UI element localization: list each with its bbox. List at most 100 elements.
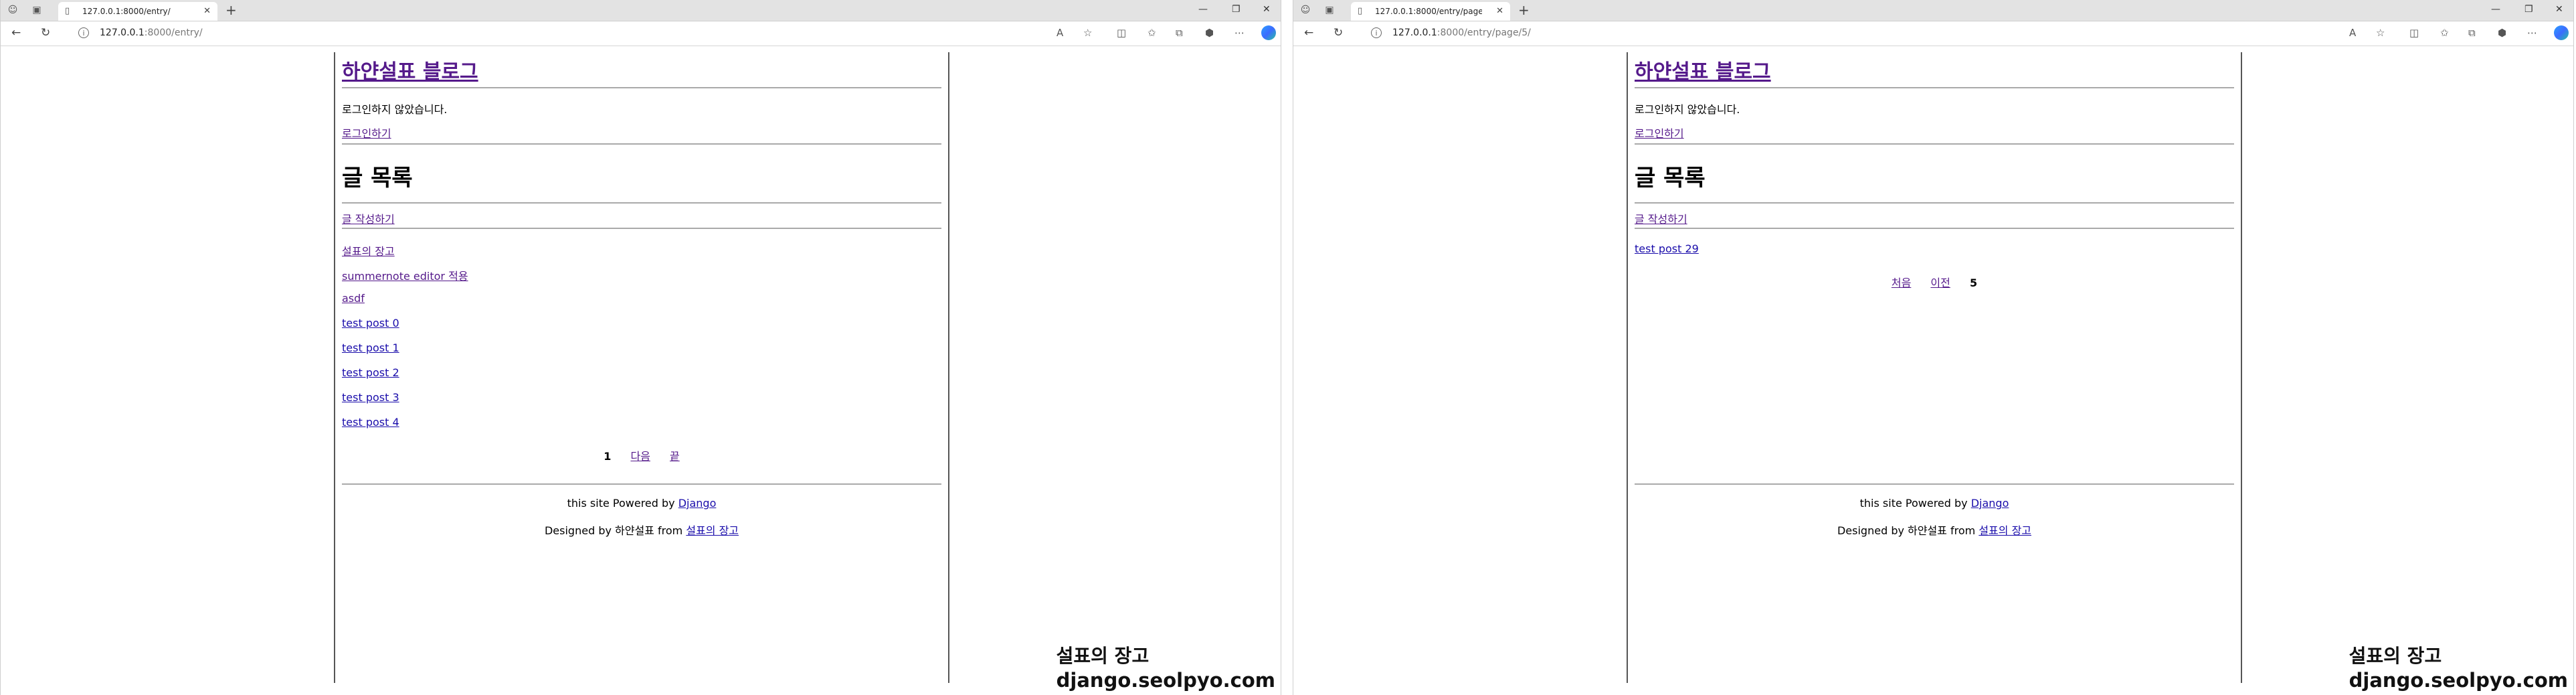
page-icon: ▯ [65, 6, 70, 16]
tab-title: 127.0.0.1:8000/entry/page/5/ [1375, 7, 1482, 16]
content-column: 하얀설표 블로그 로그인하지 않았습니다. 로그인하기 글 목록 글 작성하기 … [334, 52, 949, 683]
info-icon[interactable]: i [1371, 27, 1382, 38]
pager-current: 1 [604, 450, 612, 463]
refresh-icon[interactable]: ↻ [41, 27, 50, 39]
refresh-icon[interactable]: ↻ [1333, 27, 1343, 39]
favorite-icon[interactable]: ☆ [2376, 27, 2385, 39]
footer-powered: this site Powered by Django [335, 497, 948, 510]
profile-icon[interactable]: ☺ [1300, 5, 1311, 15]
close-icon[interactable]: ✕ [1496, 2, 1503, 21]
copilot-icon[interactable] [1261, 25, 1276, 40]
pager-first-link[interactable]: 처음 [1892, 277, 1911, 289]
workspaces-icon[interactable]: ▣ [1324, 5, 1335, 15]
login-link[interactable]: 로그인하기 [342, 125, 391, 141]
url-field[interactable]: 127.0.0.1:8000/entry/ [100, 27, 203, 38]
watermark-line2: django.seolpyo.com [2349, 669, 2568, 692]
django-link[interactable]: Django [1971, 497, 2009, 510]
divider [1635, 143, 2234, 145]
browser-tab[interactable]: ▯ 127.0.0.1:8000/entry/ ✕ [58, 2, 217, 21]
post-link[interactable]: test post 0 [342, 317, 399, 329]
favorite-icon[interactable]: ☆ [1083, 27, 1092, 39]
collections-icon[interactable]: ⧉ [2468, 27, 2476, 39]
django-link[interactable]: Django [678, 497, 717, 510]
footer-powered-text: this site Powered by [567, 497, 675, 510]
split-screen-icon[interactable]: ◫ [1117, 27, 1126, 39]
footer-powered: this site Powered by Django [1628, 497, 2241, 510]
minimize-icon[interactable]: — [1198, 4, 1208, 15]
favorites-icon[interactable]: ✩ [1147, 27, 1156, 39]
pager-last-link[interactable]: 끝 [670, 450, 680, 463]
divider [342, 143, 941, 145]
blog-title-link[interactable]: 하얀설표 블로그 [1635, 55, 1771, 84]
post-link[interactable]: asdf [342, 292, 365, 305]
page-icon: ▯ [1358, 6, 1363, 16]
more-icon[interactable]: ⋯ [2527, 27, 2537, 39]
extensions-icon[interactable]: ⬢ [2498, 27, 2506, 39]
post-link[interactable]: test post 29 [1635, 242, 1699, 255]
browser-window-left: ☺ ▣ ▯ 127.0.0.1:8000/entry/ ✕ + — ❐ ✕ ← … [0, 0, 1281, 695]
pager-prev-link[interactable]: 이전 [1930, 277, 1950, 289]
footer-designed: Designed by 하얀설표 from 설표의 장고 [335, 522, 948, 538]
divider [342, 87, 941, 88]
write-post-link[interactable]: 글 작성하기 [1635, 210, 1687, 226]
url-field[interactable]: 127.0.0.1:8000/entry/page/5/ [1392, 27, 1531, 38]
copilot-icon[interactable] [2554, 25, 2569, 40]
post-link[interactable]: test post 3 [342, 391, 399, 404]
new-tab-icon[interactable]: + [225, 3, 237, 17]
info-icon[interactable]: i [78, 27, 89, 38]
favorites-icon[interactable]: ✩ [2440, 27, 2449, 39]
extensions-icon[interactable]: ⬢ [1205, 27, 1214, 39]
post-link[interactable]: test post 2 [342, 366, 399, 379]
collections-icon[interactable]: ⧉ [1176, 27, 1183, 39]
workspaces-icon[interactable]: ▣ [31, 5, 42, 15]
site-link[interactable]: 설표의 장고 [1979, 524, 2031, 537]
split-screen-icon[interactable]: ◫ [2409, 27, 2419, 39]
browser-window-right: ☺ ▣ ▯ 127.0.0.1:8000/entry/page/5/ ✕ + —… [1293, 0, 2574, 695]
tab-title: 127.0.0.1:8000/entry/ [82, 7, 171, 16]
write-post-link[interactable]: 글 작성하기 [342, 210, 395, 226]
page-viewport: 하얀설표 블로그 로그인하지 않았습니다. 로그인하기 글 목록 글 작성하기 … [1293, 46, 2573, 695]
browser-tab[interactable]: ▯ 127.0.0.1:8000/entry/page/5/ ✕ [1351, 2, 1510, 21]
pagination: 1 다음 끝 [335, 447, 948, 463]
profile-icon[interactable]: ☺ [7, 5, 18, 15]
login-link[interactable]: 로그인하기 [1635, 125, 1684, 141]
url-host: 127.0.0.1 [1392, 27, 1437, 38]
divider [1635, 87, 2234, 88]
tab-bar: ☺ ▣ ▯ 127.0.0.1:8000/entry/ ✕ + — ❐ ✕ [1, 0, 1281, 21]
watermark: 설표의 장고 django.seolpyo.com [1056, 644, 1275, 692]
blog-title-link[interactable]: 하얀설표 블로그 [342, 55, 478, 84]
post-link[interactable]: summernote editor 적용 [342, 267, 468, 283]
restore-icon[interactable]: ❐ [2524, 4, 2533, 15]
post-link[interactable]: 설표의 장고 [342, 242, 395, 258]
close-icon[interactable]: ✕ [203, 2, 211, 21]
watermark-line1: 설표의 장고 [1056, 645, 1149, 667]
post-link[interactable]: test post 1 [342, 341, 399, 354]
pager-current: 5 [1969, 277, 1978, 289]
tab-bar: ☺ ▣ ▯ 127.0.0.1:8000/entry/page/5/ ✕ + —… [1293, 0, 2573, 21]
back-icon[interactable]: ← [1304, 27, 1313, 39]
site-link[interactable]: 설표의 장고 [686, 524, 739, 537]
restore-icon[interactable]: ❐ [1232, 4, 1240, 15]
login-status: 로그인하지 않았습니다. [342, 103, 448, 116]
close-icon[interactable]: ✕ [1263, 4, 1271, 15]
content-column: 하얀설표 블로그 로그인하지 않았습니다. 로그인하기 글 목록 글 작성하기 … [1627, 52, 2242, 683]
back-icon[interactable]: ← [11, 27, 21, 39]
url-host: 127.0.0.1 [100, 27, 145, 38]
minimize-icon[interactable]: — [2491, 4, 2500, 15]
new-tab-icon[interactable]: + [1518, 3, 1530, 17]
post-link[interactable]: test post 4 [342, 416, 399, 429]
pagination: 처음 이전 5 [1628, 274, 2241, 290]
page-heading: 글 목록 [342, 165, 413, 191]
read-aloud-icon[interactable]: A [2349, 27, 2356, 39]
footer-designed: Designed by 하얀설표 from 설표의 장고 [1628, 522, 2241, 538]
pager-next-link[interactable]: 다음 [630, 450, 650, 463]
more-icon[interactable]: ⋯ [1234, 27, 1245, 39]
page-viewport: 하얀설표 블로그 로그인하지 않았습니다. 로그인하기 글 목록 글 작성하기 … [1, 46, 1281, 695]
url-path: :8000/entry/ [144, 27, 203, 38]
divider [342, 228, 941, 229]
footer-designed-text: Designed by 하얀설표 from [544, 524, 683, 537]
read-aloud-icon[interactable]: A [1056, 27, 1063, 39]
page-heading: 글 목록 [1635, 165, 1706, 191]
footer-powered-text: this site Powered by [1859, 497, 1968, 510]
close-icon[interactable]: ✕ [2555, 4, 2563, 15]
